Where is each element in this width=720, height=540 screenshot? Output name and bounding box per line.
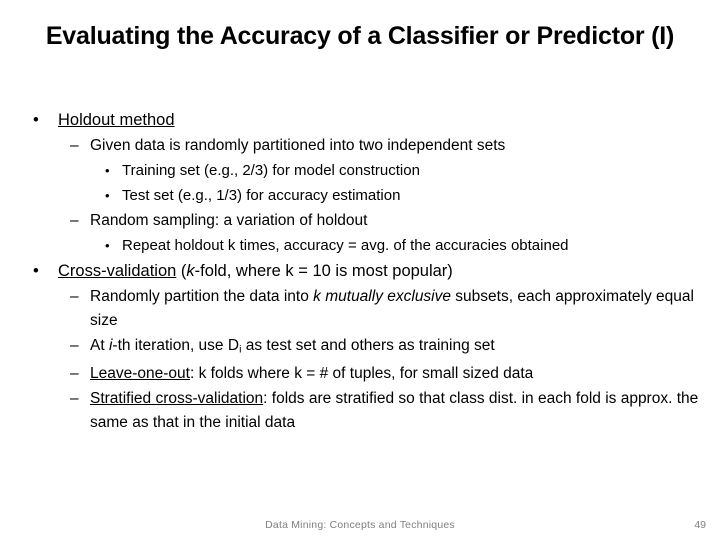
footer-text: Data Mining: Concepts and Techniques: [265, 519, 455, 531]
dash-marker-level2: –: [70, 365, 79, 383]
page-number: 49: [694, 519, 706, 531]
list-item-label: Holdout method: [58, 111, 175, 129]
list-item-label: Stratified cross-validation: [90, 390, 264, 408]
list-item-label: Leave-one-out: [90, 365, 190, 383]
list-item: • Cross-validation (k-fold, where k = 10 …: [0, 259, 720, 284]
list-item-label: Given data is randomly partitioned into …: [90, 137, 506, 154]
list-item: • Repeat holdout k times, accuracy = avg…: [0, 234, 720, 258]
list-item: – Leave-one-out: k folds where k = # of t…: [0, 362, 720, 386]
list-item: • Holdout method: [0, 108, 720, 133]
list-item-label-tail: as test set and others as training set: [241, 337, 495, 354]
list-item-label: Cross-validation: [58, 262, 177, 280]
list-item-label-pre: At: [90, 337, 109, 354]
list-item: – Given data is randomly partitioned int…: [0, 134, 720, 158]
dash-marker-level2: –: [70, 288, 79, 305]
list-item: • Training set (e.g., 2/3) for model con…: [0, 159, 720, 183]
dash-marker-level2: –: [70, 390, 79, 408]
list-item-label: Random sampling: a variation of holdout: [90, 212, 368, 229]
bullet-marker-level1: •: [33, 262, 39, 280]
list-item-label: Repeat holdout k times, accuracy = avg. …: [122, 237, 569, 254]
page-title: Evaluating the Accuracy of a Classifier …: [45, 22, 675, 50]
dash-marker-level2: –: [70, 137, 79, 154]
list-item: – Stratified cross-validation: folds are …: [0, 387, 720, 435]
list-item: – At i-th iteration, use Di as test set a…: [0, 334, 720, 361]
paren-open: (: [176, 262, 187, 280]
dash-marker-level2: –: [70, 337, 79, 354]
bullet-marker-level3: •: [105, 238, 110, 253]
list-item: – Random sampling: a variation of holdou…: [0, 209, 720, 233]
slide-body: • Holdout method – Given data is randoml…: [0, 108, 720, 436]
bullet-marker-level3: •: [105, 163, 110, 178]
italic-k: k: [186, 262, 195, 280]
list-item-label: Test set (e.g., 1/3) for accuracy estima…: [122, 187, 401, 204]
bullet-marker-level3: •: [105, 188, 110, 203]
italic-phrase: k mutually exclusive: [313, 288, 451, 305]
list-item: – Randomly partition the data into k mutu…: [0, 285, 720, 333]
bullet-marker-level1: •: [33, 111, 39, 129]
list-item-label-post: -th iteration, use D: [112, 337, 240, 354]
list-item: • Test set (e.g., 1/3) for accuracy esti…: [0, 184, 720, 208]
list-item-label-pre: Randomly partition the data into: [90, 288, 314, 305]
list-item-label: Training set (e.g., 2/3) for model const…: [122, 162, 420, 179]
list-item-label-rest: : k folds where k = # of tuples, for sma…: [189, 365, 534, 383]
dash-marker-level2: –: [70, 212, 79, 229]
list-item-label-rest: -fold, where k = 10 is most popular): [194, 262, 453, 280]
